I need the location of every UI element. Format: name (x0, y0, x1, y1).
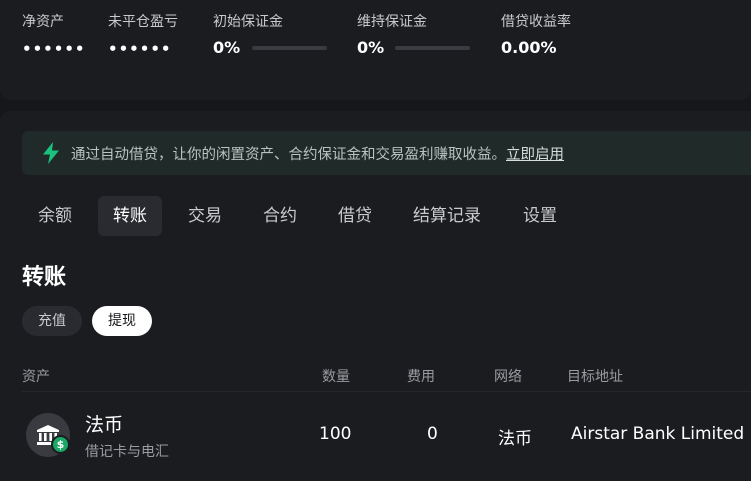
fee-cell: 0 (427, 424, 438, 444)
unrealized-pnl-value: •••••• (108, 40, 172, 58)
banner-text: 通过自动借贷，让你的闲置资产、合约保证金和交易盈利赚取收益。 (71, 146, 506, 163)
lending-yield-label: 借贷收益率 (501, 14, 571, 30)
lending-yield-stat: 借贷收益率 0.00% (501, 11, 571, 57)
initial-margin-bar (252, 46, 327, 50)
auto-lending-banner: 通过自动借贷，让你的闲置资产、合约保证金和交易盈利赚取收益。 立即启用 (22, 131, 751, 175)
column-header-network: 网络 (494, 369, 522, 385)
unrealized-pnl-stat: 未平仓盈亏 •••••• (108, 11, 178, 58)
enable-now-link[interactable]: 立即启用 (506, 143, 564, 164)
net-assets-label: 净资产 (22, 14, 64, 30)
column-header-address: 目标地址 (567, 369, 623, 385)
tab-settings[interactable]: 设置 (511, 196, 569, 236)
unrealized-pnl-label: 未平仓盈亏 (108, 14, 178, 30)
tab-trade[interactable]: 交易 (176, 196, 234, 236)
quantity-cell: 100 (319, 424, 352, 444)
tab-lending[interactable]: 借贷 (326, 196, 384, 236)
initial-margin-label: 初始保证金 (213, 14, 283, 30)
maintenance-margin-value: 0% (357, 38, 385, 57)
initial-margin-value: 0% (213, 38, 241, 57)
initial-margin-stat: 初始保证金 0% (213, 11, 283, 57)
table-divider (22, 391, 751, 392)
account-summary-card: 净资产 •••••• 未平仓盈亏 •••••• 初始保证金 0% 维持保证金 0… (0, 0, 751, 100)
deposit-button[interactable]: 充值 (22, 306, 82, 336)
asset-name: 法币 (85, 414, 124, 436)
net-assets-stat: 净资产 •••••• (22, 11, 85, 58)
lending-yield-value: 0.00% (501, 38, 557, 57)
net-assets-value: •••••• (22, 40, 86, 58)
withdraw-button[interactable]: 提现 (92, 306, 152, 336)
column-header-fee: 费用 (407, 369, 435, 385)
column-header-quantity: 数量 (322, 369, 350, 385)
asset-subtitle: 借记卡与电汇 (85, 444, 169, 460)
dollar-badge-icon: $ (51, 435, 70, 454)
network-cell: 法币 (498, 429, 532, 449)
maintenance-margin-stat: 维持保证金 0% (357, 11, 427, 57)
tab-transfer[interactable]: 转账 (98, 196, 162, 236)
maintenance-margin-label: 维持保证金 (357, 14, 427, 30)
lightning-bolt-icon (40, 142, 62, 164)
tab-futures[interactable]: 合约 (251, 196, 309, 236)
column-header-asset: 资产 (22, 369, 50, 385)
section-title: 转账 (22, 265, 67, 290)
tab-balance[interactable]: 余额 (26, 196, 84, 236)
tab-settlement-records[interactable]: 结算记录 (401, 196, 493, 236)
address-cell: Airstar Bank Limited (571, 424, 745, 444)
maintenance-margin-bar (395, 46, 470, 50)
